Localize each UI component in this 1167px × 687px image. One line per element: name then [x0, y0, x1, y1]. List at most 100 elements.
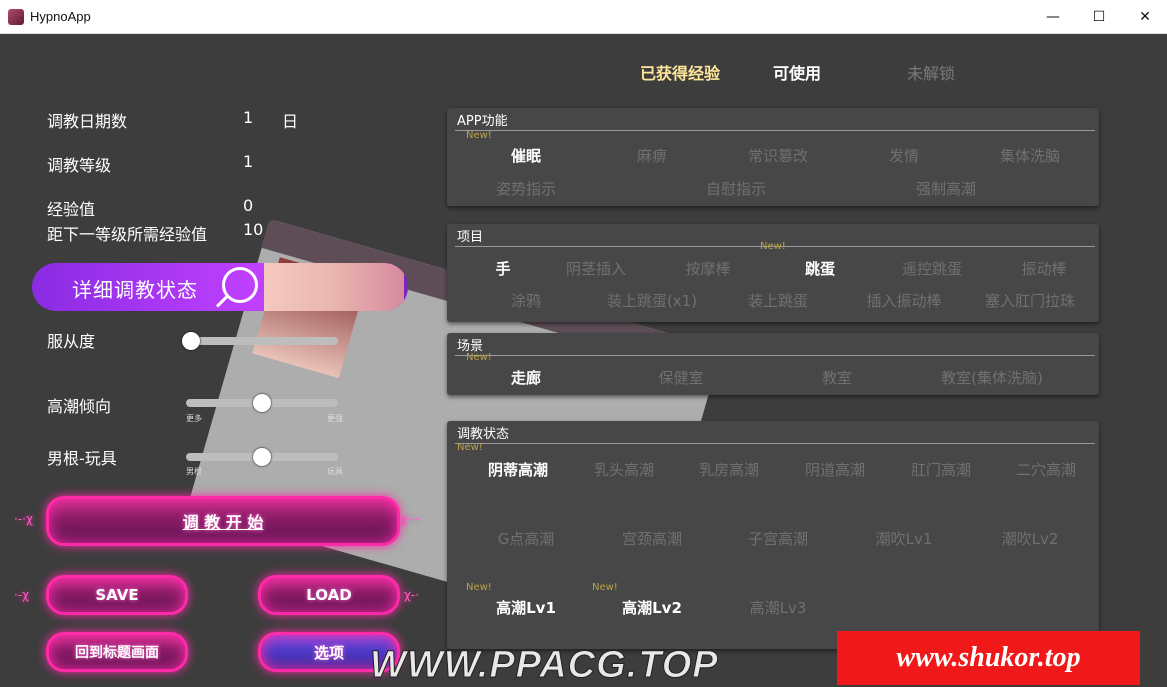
option-mass-brainwash[interactable]: 集体洗脑: [1000, 145, 1060, 166]
save-label: SAVE: [95, 586, 139, 604]
option-graffiti[interactable]: 涂鸦: [511, 290, 541, 311]
option-classroom-brainwash[interactable]: 教室(集体洗脑): [941, 367, 1043, 388]
option-anal-beads[interactable]: 塞入肛门拉珠: [985, 290, 1075, 311]
option-masturbation-command[interactable]: 自慰指示: [706, 178, 766, 199]
save-left-wing-icon: ·-χ: [14, 588, 30, 602]
load-label: LOAD: [306, 586, 352, 604]
option-gspot-climax[interactable]: G点高潮: [498, 528, 555, 549]
load-right-wing-icon: χ-·: [404, 588, 420, 602]
training-status-title: 调教状态: [457, 427, 510, 442]
tab-locked[interactable]: 未解锁: [907, 60, 955, 84]
panel-divider: [455, 130, 1095, 131]
option-climax-lv3[interactable]: 高潮Lv3: [750, 597, 807, 618]
option-attach-vibrator-x1[interactable]: 装上跳蛋(x1): [607, 290, 697, 311]
app-functions-title: APP功能: [457, 114, 508, 129]
option-remote-vibrator[interactable]: 遥控跳蛋: [902, 258, 962, 279]
phallus-toy-slider-knob[interactable]: [253, 448, 271, 466]
window-titlebar: HypnoApp — ☐ ✕: [0, 0, 1167, 34]
tab-usable[interactable]: 可使用: [773, 60, 821, 84]
stat-level-label: 调教等级: [47, 156, 112, 175]
option-common-sense-alter[interactable]: 常识篡改: [748, 145, 808, 166]
option-squirt-lv1[interactable]: 潮吹Lv1: [876, 528, 933, 549]
option-classroom[interactable]: 教室: [822, 367, 852, 388]
option-anal-climax[interactable]: 肛门高潮: [911, 459, 971, 480]
obedience-slider-knob[interactable]: [182, 332, 200, 350]
watermark-ppacg: WWW.PPACG.TOP: [370, 644, 719, 687]
stat-days-unit: 日: [282, 112, 299, 131]
window-title: HypnoApp: [30, 9, 91, 24]
option-paralysis[interactable]: 麻痹: [637, 145, 667, 166]
option-vaginal-climax[interactable]: 阴道高潮: [805, 459, 865, 480]
option-squirt-lv2[interactable]: 潮吹Lv2: [1002, 528, 1059, 549]
new-badge: New!: [457, 442, 483, 453]
climax-tendency-max-caption: 更强: [327, 414, 343, 423]
option-climax-lv1[interactable]: 高潮Lv1: [496, 597, 556, 618]
items-panel: 项目 New! 手 阴茎插入 按摩棒 跳蛋 遥控跳蛋 振动棒 涂鸦 装上跳蛋(x…: [447, 224, 1099, 322]
option-uterus-climax[interactable]: 子宫高潮: [748, 528, 808, 549]
items-title: 项目: [457, 230, 484, 245]
option-climax-lv2[interactable]: 高潮Lv2: [622, 597, 682, 618]
option-double-climax[interactable]: 二穴高潮: [1016, 459, 1076, 480]
stat-exp-label: 经验值: [47, 200, 96, 219]
option-penis-insert[interactable]: 阴茎插入: [566, 258, 626, 279]
climax-tendency-label: 高潮倾向: [47, 397, 112, 416]
phallus-toy-min-caption: 男根: [186, 467, 202, 476]
option-egg-vibrator[interactable]: 跳蛋: [805, 258, 835, 279]
return-title-button[interactable]: 回到标题画面: [46, 632, 188, 672]
maximize-button[interactable]: ☐: [1076, 0, 1122, 34]
option-pose-command[interactable]: 姿势指示: [496, 178, 556, 199]
detailed-status-label: 详细调教状态: [72, 278, 198, 302]
detailed-status-button[interactable]: 详细调教状态: [32, 263, 408, 311]
stat-next-label: 距下一等级所需经验值: [47, 225, 208, 244]
new-badge: New!: [466, 582, 492, 593]
climax-tendency-min-caption: 更多: [186, 414, 202, 423]
start-training-button[interactable]: 调 教 开 始: [46, 496, 400, 546]
option-infirmary[interactable]: 保健室: [658, 367, 703, 388]
new-badge: New!: [760, 241, 786, 252]
option-hallway[interactable]: 走廊: [511, 367, 541, 388]
stat-exp-value: 0: [243, 196, 254, 215]
phallus-toy-max-caption: 玩具: [327, 467, 343, 476]
minimize-button[interactable]: —: [1030, 0, 1076, 34]
character-portrait: [264, 263, 404, 311]
option-cervix-climax[interactable]: 宫颈高潮: [622, 528, 682, 549]
option-insert-vibrator[interactable]: 插入振动棒: [866, 290, 941, 311]
option-hand[interactable]: 手: [495, 258, 510, 279]
stat-next-value: 10: [243, 220, 264, 239]
new-badge: New!: [592, 582, 618, 593]
watermark-shukor: www.shukor.top: [837, 631, 1140, 685]
option-massager[interactable]: 按摩棒: [685, 258, 730, 279]
option-breast-climax[interactable]: 乳房高潮: [699, 459, 759, 480]
start-training-label: 调 教 开 始: [182, 513, 264, 532]
option-attach-vibrator[interactable]: 装上跳蛋: [748, 290, 808, 311]
load-button[interactable]: LOAD: [258, 575, 400, 615]
return-title-label: 回到标题画面: [75, 645, 159, 661]
new-badge: New!: [466, 352, 492, 363]
option-vibrating-wand[interactable]: 振动棒: [1021, 258, 1066, 279]
panel-divider: [455, 355, 1095, 356]
climax-tendency-slider-knob[interactable]: [253, 394, 271, 412]
training-status-panel: 调教状态 New! 阴蒂高潮 乳头高潮 乳房高潮 阴道高潮 肛门高潮 二穴高潮 …: [447, 421, 1099, 649]
start-right-wing-icon: χ-·-: [400, 512, 420, 526]
stat-days-label: 调教日期数: [47, 112, 128, 131]
scene-panel: 场景 New! 走廊 保健室 教室 教室(集体洗脑): [447, 333, 1099, 395]
magnifier-icon: [222, 267, 258, 303]
close-button[interactable]: ✕: [1122, 0, 1167, 34]
option-nipple-climax[interactable]: 乳头高潮: [594, 459, 654, 480]
app-functions-panel: APP功能 New! 催眠 麻痹 常识篡改 发情 集体洗脑 姿势指示 自慰指示 …: [447, 108, 1099, 206]
option-estrus[interactable]: 发情: [889, 145, 919, 166]
option-clitoral-climax[interactable]: 阴蒂高潮: [488, 459, 548, 480]
stat-days-value: 1: [243, 108, 254, 127]
phallus-toy-label: 男根-玩具: [47, 449, 117, 468]
new-badge: New!: [466, 130, 492, 141]
start-left-wing-icon: ·-·χ: [14, 512, 33, 526]
obedience-slider[interactable]: [186, 337, 338, 345]
tab-acquired[interactable]: 已获得经验: [640, 60, 720, 84]
panel-divider: [455, 443, 1095, 444]
options-label: 选项: [313, 643, 344, 662]
option-forced-climax[interactable]: 强制高潮: [916, 178, 976, 199]
obedience-label: 服从度: [47, 332, 96, 351]
option-hypnosis[interactable]: 催眠: [511, 145, 541, 166]
save-button[interactable]: SAVE: [46, 575, 188, 615]
app-icon: [8, 9, 24, 25]
